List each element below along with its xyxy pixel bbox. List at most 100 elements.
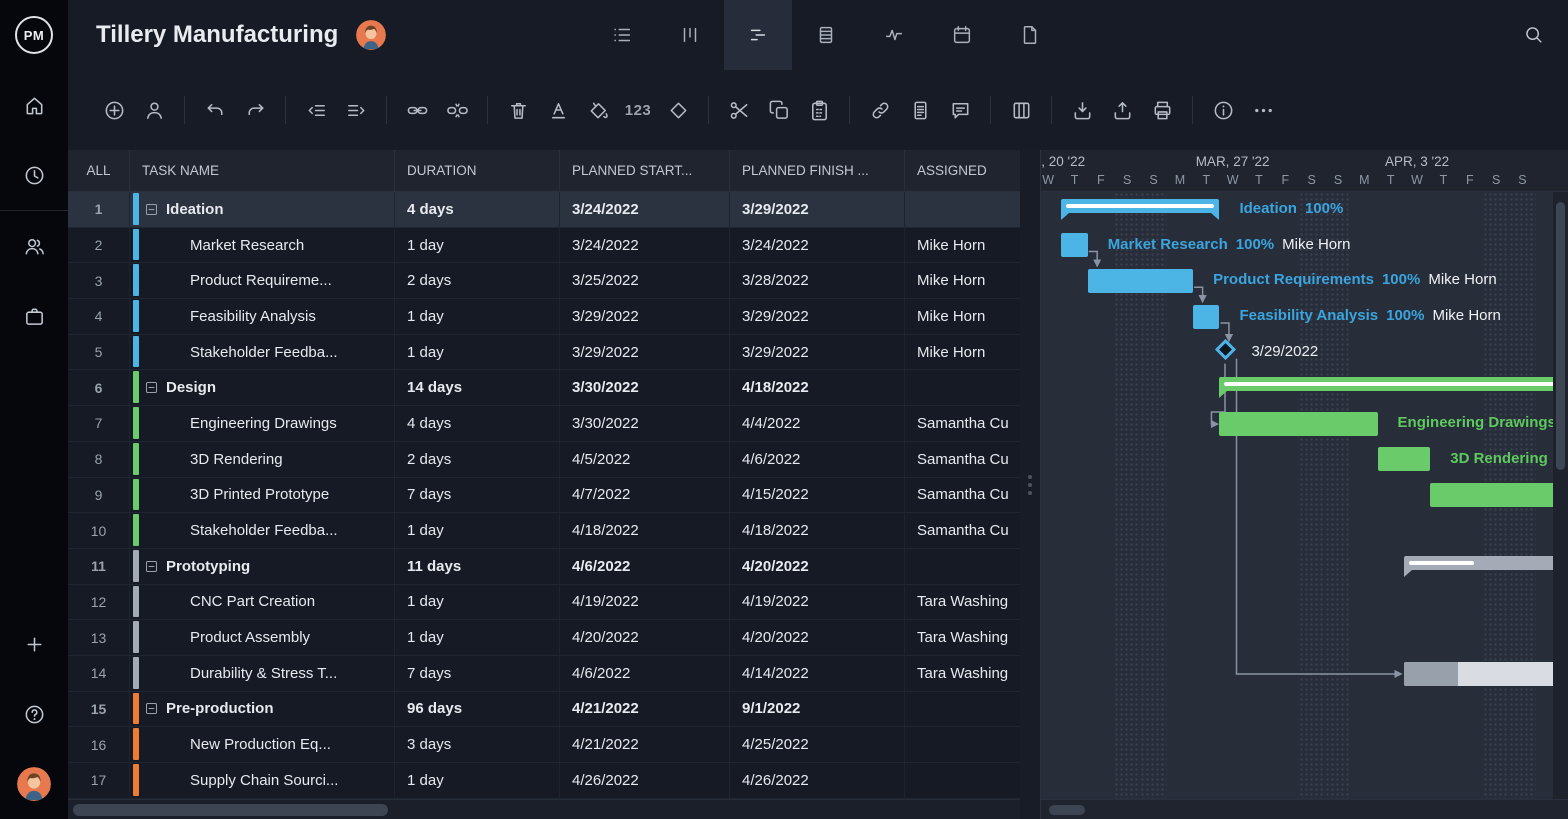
app-logo[interactable]: PM bbox=[0, 0, 68, 70]
sidebar-item-recent[interactable] bbox=[0, 140, 68, 210]
columns-button[interactable] bbox=[1001, 90, 1041, 130]
summary-bar[interactable] bbox=[1219, 377, 1553, 391]
timeline-week-label: MAR, 20 '22 bbox=[1041, 154, 1085, 169]
view-tab-calendar-view[interactable] bbox=[928, 0, 996, 70]
paste-button[interactable] bbox=[799, 90, 839, 130]
view-tab-board-view[interactable] bbox=[656, 0, 724, 70]
task-bar[interactable] bbox=[1193, 305, 1219, 329]
export-button[interactable] bbox=[1102, 90, 1142, 130]
minus-square-icon bbox=[144, 380, 159, 395]
row-number: 10 bbox=[68, 513, 130, 548]
table-row[interactable]: 1Ideation4 days3/24/20223/29/2022 bbox=[68, 192, 1020, 228]
sidebar-item-help[interactable] bbox=[0, 679, 68, 749]
font-color-button[interactable] bbox=[538, 90, 578, 130]
unlink-tasks-button[interactable] bbox=[437, 90, 477, 130]
outdent-button[interactable] bbox=[296, 90, 336, 130]
milestone-button[interactable] bbox=[658, 90, 698, 130]
column-header-all[interactable]: ALL bbox=[68, 150, 130, 191]
task-bar[interactable] bbox=[1378, 447, 1431, 471]
print-button[interactable] bbox=[1142, 90, 1182, 130]
collapse-group-icon[interactable] bbox=[144, 701, 159, 716]
info-button[interactable] bbox=[1203, 90, 1243, 130]
redo-button[interactable] bbox=[235, 90, 275, 130]
task-name-cell: New Production Eq... bbox=[130, 727, 395, 762]
task-bar[interactable] bbox=[1219, 412, 1377, 436]
panel-resize-handle[interactable] bbox=[1020, 150, 1040, 819]
table-row[interactable]: 5Stakeholder Feedba...1 day3/29/20223/29… bbox=[68, 335, 1020, 371]
activity-view-icon bbox=[883, 24, 905, 46]
number-format-button[interactable]: 123 bbox=[618, 90, 658, 130]
add-task-button[interactable] bbox=[94, 90, 134, 130]
gantt-toolbar: 123 bbox=[68, 70, 1568, 150]
column-header-planned-finish[interactable]: PLANNED FINISH ... bbox=[730, 150, 905, 191]
sidebar-item-add-new[interactable] bbox=[0, 609, 68, 679]
column-header-assigned[interactable]: ASSIGNED bbox=[905, 150, 1020, 191]
summary-bar[interactable] bbox=[1404, 556, 1553, 570]
project-owner-avatar[interactable] bbox=[356, 20, 386, 50]
assigned-cell: Mike Horn bbox=[905, 228, 1020, 263]
search-button[interactable] bbox=[1523, 24, 1544, 50]
sidebar-item-team[interactable] bbox=[0, 211, 68, 281]
task-bar[interactable] bbox=[1088, 269, 1193, 293]
fill-color-button[interactable] bbox=[578, 90, 618, 130]
more-options-button[interactable] bbox=[1243, 90, 1283, 130]
table-row[interactable]: 12CNC Part Creation1 day4/19/20224/19/20… bbox=[68, 585, 1020, 621]
view-tab-list-view[interactable] bbox=[588, 0, 656, 70]
collapse-group-icon[interactable] bbox=[144, 559, 159, 574]
assigned-cell: Samantha Cu bbox=[905, 513, 1020, 548]
table-row[interactable]: 15Pre-production96 days4/21/20229/1/2022 bbox=[68, 692, 1020, 728]
summary-bar[interactable] bbox=[1061, 199, 1219, 213]
task-name-cell: Prototyping bbox=[130, 549, 395, 584]
column-header-task-name[interactable]: TASK NAME bbox=[130, 150, 395, 191]
milestone-diamond[interactable] bbox=[1215, 339, 1236, 360]
duration-cell: 1 day bbox=[395, 763, 560, 798]
content-area: ALL TASK NAME DURATION PLANNED START... … bbox=[68, 150, 1568, 819]
planned-finish-cell: 4/19/2022 bbox=[730, 585, 905, 620]
table-row[interactable]: 11Prototyping11 days4/6/20224/20/2022 bbox=[68, 549, 1020, 585]
view-tab-activity-view[interactable] bbox=[860, 0, 928, 70]
table-row[interactable]: 14Durability & Stress T...7 days4/6/2022… bbox=[68, 656, 1020, 692]
gantt-vscroll-thumb[interactable] bbox=[1556, 202, 1565, 470]
sidebar-item-home[interactable] bbox=[0, 70, 68, 140]
undo-button[interactable] bbox=[195, 90, 235, 130]
gantt-main: Ideation100%Market Research100%Mike Horn… bbox=[1041, 192, 1568, 799]
redo-icon bbox=[244, 99, 267, 122]
task-bar[interactable] bbox=[1430, 483, 1553, 507]
collapse-group-icon[interactable] bbox=[144, 202, 159, 217]
link-tasks-button[interactable] bbox=[397, 90, 437, 130]
view-tab-gantt-view[interactable] bbox=[724, 0, 792, 70]
copy-button[interactable] bbox=[759, 90, 799, 130]
row-number: 3 bbox=[68, 263, 130, 298]
table-row[interactable]: 83D Rendering2 days4/5/20224/6/2022Saman… bbox=[68, 442, 1020, 478]
table-row[interactable]: 4Feasibility Analysis1 day3/29/20223/29/… bbox=[68, 299, 1020, 335]
table-row[interactable]: 3Product Requireme...2 days3/25/20223/28… bbox=[68, 263, 1020, 299]
delete-button[interactable] bbox=[498, 90, 538, 130]
notes-button[interactable] bbox=[900, 90, 940, 130]
view-tab-document-view[interactable] bbox=[996, 0, 1064, 70]
cut-button[interactable] bbox=[719, 90, 759, 130]
table-row[interactable]: 2Market Research1 day3/24/20223/24/2022M… bbox=[68, 228, 1020, 264]
gantt-hscroll-thumb[interactable] bbox=[1049, 805, 1085, 815]
task-bar[interactable] bbox=[1061, 233, 1087, 257]
attach-link-button[interactable] bbox=[860, 90, 900, 130]
table-row[interactable]: 16New Production Eq...3 days4/21/20224/2… bbox=[68, 727, 1020, 763]
table-row[interactable]: 13Product Assembly1 day4/20/20224/20/202… bbox=[68, 620, 1020, 656]
table-row[interactable]: 6Design14 days3/30/20224/18/2022 bbox=[68, 370, 1020, 406]
indent-button[interactable] bbox=[336, 90, 376, 130]
view-tab-sheet-view[interactable] bbox=[792, 0, 860, 70]
table-row[interactable]: 93D Printed Prototype7 days4/7/20224/15/… bbox=[68, 478, 1020, 514]
sidebar-item-user-avatar[interactable] bbox=[0, 749, 68, 819]
table-hscroll-thumb[interactable] bbox=[73, 804, 388, 816]
column-header-duration[interactable]: DURATION bbox=[395, 150, 560, 191]
table-row[interactable]: 7Engineering Drawings4 days3/30/20224/4/… bbox=[68, 406, 1020, 442]
comment-button[interactable] bbox=[940, 90, 980, 130]
table-row[interactable]: 10Stakeholder Feedba...1 day4/18/20224/1… bbox=[68, 513, 1020, 549]
collapse-group-icon[interactable] bbox=[144, 380, 159, 395]
task-bar[interactable] bbox=[1404, 662, 1553, 686]
column-header-planned-start[interactable]: PLANNED START... bbox=[560, 150, 730, 191]
bar-task-name: Market Research bbox=[1108, 236, 1228, 253]
assign-person-button[interactable] bbox=[134, 90, 174, 130]
sidebar-item-portfolio[interactable] bbox=[0, 281, 68, 351]
import-button[interactable] bbox=[1062, 90, 1102, 130]
table-row[interactable]: 17Supply Chain Sourci...1 day4/26/20224/… bbox=[68, 763, 1020, 799]
